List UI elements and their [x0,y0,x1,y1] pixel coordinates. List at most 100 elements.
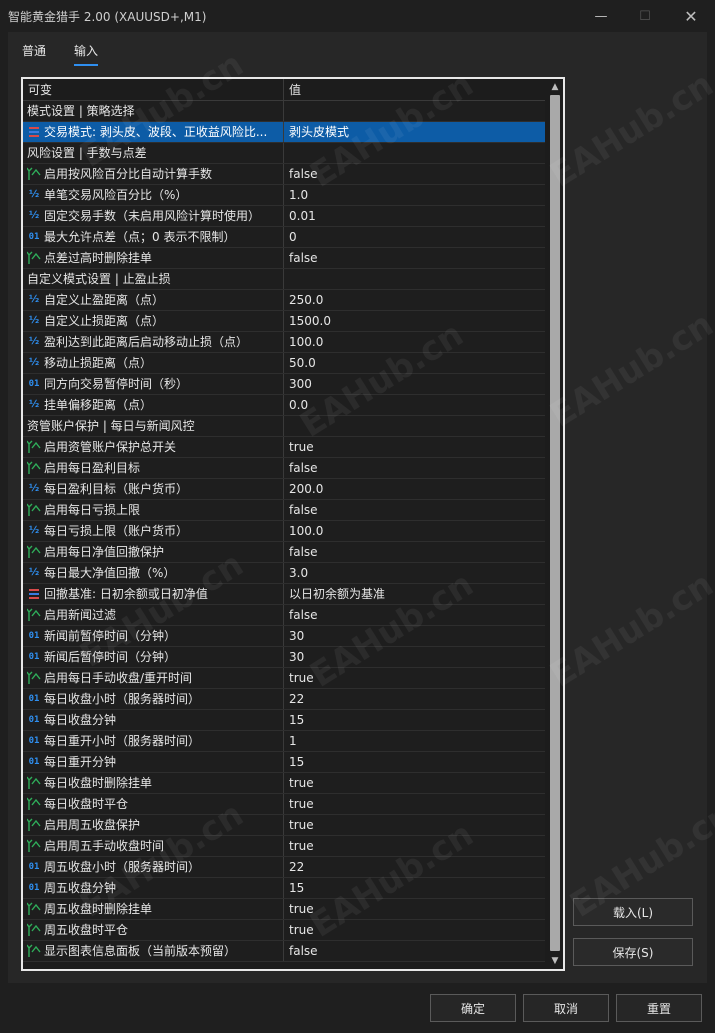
table-row[interactable]: 01 每日收盘分钟 15 [23,710,545,731]
double-type-icon: ½ [28,357,40,368]
value-cell[interactable]: false [284,542,545,562]
table-row[interactable]: 01 同方向交易暂停时间（秒） 300 [23,374,545,395]
table-row[interactable]: 01 周五收盘小时（服务器时间） 22 [23,857,545,878]
column-header-variable[interactable]: 可变 [23,79,284,101]
variable-cell: 启用每日手动收盘/重开时间 [23,668,284,688]
value-cell[interactable]: 0 [284,227,545,247]
table-row[interactable]: 启用每日盈利目标 false [23,458,545,479]
table-row[interactable]: 启用周五手动收盘时间 true [23,836,545,857]
value-cell[interactable]: true [284,815,545,835]
table-row[interactable]: 每日收盘时删除挂单 true [23,773,545,794]
minimize-icon[interactable]: — [578,0,624,32]
value-cell[interactable]: 1.0 [284,185,545,205]
table-row[interactable]: ½ 每日最大净值回撤（%） 3.0 [23,563,545,584]
variable-label: 模式设置 | 策略选择 [27,104,135,118]
table-row[interactable]: ½ 盈利达到此距离后启动移动止损（点） 100.0 [23,332,545,353]
table-row[interactable]: ½ 固定交易手数（未启用风险计算时使用） 0.01 [23,206,545,227]
variable-label: 启用周五收盘保护 [44,818,141,832]
table-row[interactable]: 启用每日净值回撤保护 false [23,542,545,563]
value-cell[interactable]: false [284,500,545,520]
value-cell[interactable]: 0.01 [284,206,545,226]
value-cell[interactable]: true [284,668,545,688]
table-row[interactable]: 周五收盘时删除挂单 true [23,899,545,920]
value-cell[interactable]: 以日初余额为基准 [284,584,545,604]
value-cell[interactable]: 100.0 [284,521,545,541]
scroll-down-icon[interactable]: ▼ [547,953,563,969]
reset-button[interactable]: 重置 [616,994,702,1022]
value-cell[interactable]: 1 [284,731,545,751]
table-row[interactable]: 01 周五收盘分钟 15 [23,878,545,899]
value-cell[interactable]: true [284,773,545,793]
value-cell[interactable]: true [284,437,545,457]
save-button[interactable]: 保存(S) [573,938,693,966]
value-cell[interactable]: 100.0 [284,332,545,352]
table-row[interactable]: 启用按风险百分比自动计算手数 false [23,164,545,185]
value-cell[interactable]: false [284,248,545,268]
table-row[interactable]: 启用每日手动收盘/重开时间 true [23,668,545,689]
value-cell[interactable]: true [284,920,545,940]
value-cell[interactable]: 30 [284,647,545,667]
table-row[interactable]: ½ 每日亏损上限（账户货币） 100.0 [23,521,545,542]
table-row[interactable]: ½ 单笔交易风险百分比（%） 1.0 [23,185,545,206]
dialog-content: 普通 输入 可变 值 模式设置 | 策略选择交易模式: 剥头皮、波段、正收益风险… [8,32,707,983]
tab-inputs[interactable]: 输入 [74,42,99,66]
value-cell[interactable]: 15 [284,710,545,730]
table-row[interactable]: 周五收盘时平仓 true [23,920,545,941]
vertical-scrollbar[interactable]: ▲ ▼ [547,79,563,969]
column-header-value[interactable]: 值 [284,79,545,101]
value-cell[interactable]: false [284,164,545,184]
table-row[interactable]: 启用新闻过滤 false [23,605,545,626]
table-row[interactable]: 每日收盘时平仓 true [23,794,545,815]
cancel-button[interactable]: 取消 [523,994,609,1022]
tab-general[interactable]: 普通 [22,42,46,66]
ok-button[interactable]: 确定 [430,994,516,1022]
value-cell[interactable]: 0.0 [284,395,545,415]
value-cell[interactable]: 3.0 [284,563,545,583]
value-cell[interactable]: 剥头皮模式 [284,122,545,142]
table-row[interactable]: 01 每日重开小时（服务器时间） 1 [23,731,545,752]
table-row[interactable]: ½ 移动止损距离（点） 50.0 [23,353,545,374]
table-row[interactable]: 显示图表信息面板（当前版本预留） false [23,941,545,962]
value-cell[interactable]: 22 [284,689,545,709]
variable-label: 自定义模式设置 | 止盈止损 [27,272,171,286]
value-cell[interactable]: false [284,458,545,478]
table-row[interactable]: 启用周五收盘保护 true [23,815,545,836]
value-cell[interactable]: false [284,605,545,625]
maximize-icon[interactable]: ☐ [622,0,668,32]
scroll-up-icon[interactable]: ▲ [547,79,563,95]
table-row[interactable]: 01 新闻后暂停时间（分钟） 30 [23,647,545,668]
variable-cell: ½ 自定义止盈距离（点） [23,290,284,310]
load-button[interactable]: 载入(L) [573,898,693,926]
value-cell[interactable]: 15 [284,878,545,898]
variable-label: 资管账户保护 | 每日与新闻风控 [27,419,195,433]
table-row[interactable]: 01 最大允许点差（点；0 表示不限制） 0 [23,227,545,248]
table-row[interactable]: 交易模式: 剥头皮、波段、正收益风险比... 剥头皮模式 [23,122,545,143]
value-cell[interactable]: 200.0 [284,479,545,499]
variable-cell: 01 新闻前暂停时间（分钟） [23,626,284,646]
value-cell[interactable]: 1500.0 [284,311,545,331]
value-cell[interactable]: true [284,899,545,919]
variable-cell: 01 每日收盘分钟 [23,710,284,730]
table-row[interactable]: 01 新闻前暂停时间（分钟） 30 [23,626,545,647]
table-row[interactable]: ½ 自定义止盈距离（点） 250.0 [23,290,545,311]
close-icon[interactable]: ✕ [668,0,714,32]
value-cell[interactable]: true [284,836,545,856]
value-cell[interactable]: 22 [284,857,545,877]
scrollbar-thumb[interactable] [550,95,560,951]
value-cell[interactable]: 15 [284,752,545,772]
table-row[interactable]: 回撤基准: 日初余额或日初净值 以日初余额为基准 [23,584,545,605]
table-row[interactable]: 启用每日亏损上限 false [23,500,545,521]
table-row[interactable]: ½ 自定义止损距离（点） 1500.0 [23,311,545,332]
value-cell[interactable]: false [284,941,545,961]
table-row[interactable]: ½ 每日盈利目标（账户货币） 200.0 [23,479,545,500]
value-cell[interactable]: 30 [284,626,545,646]
value-cell[interactable]: 50.0 [284,353,545,373]
value-cell[interactable]: 300 [284,374,545,394]
table-row[interactable]: 点差过高时删除挂单 false [23,248,545,269]
table-row[interactable]: 01 每日重开分钟 15 [23,752,545,773]
table-row[interactable]: ½ 挂单偏移距离（点） 0.0 [23,395,545,416]
table-row[interactable]: 01 每日收盘小时（服务器时间） 22 [23,689,545,710]
value-cell[interactable]: true [284,794,545,814]
table-row[interactable]: 启用资管账户保护总开关 true [23,437,545,458]
value-cell[interactable]: 250.0 [284,290,545,310]
